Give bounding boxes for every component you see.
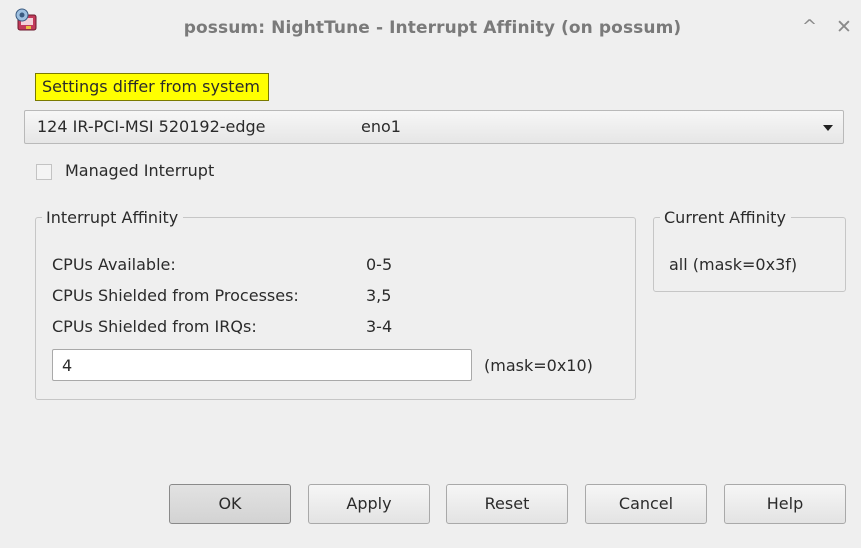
current-affinity-group: Current Affinity bbox=[653, 208, 846, 292]
affinity-input[interactable] bbox=[52, 349, 472, 381]
title-bar: possum: NightTune - Interrupt Affinity (… bbox=[0, 0, 861, 63]
current-affinity-value: all (mask=0x3f) bbox=[669, 255, 798, 274]
affinity-mask-label: (mask=0x10) bbox=[484, 356, 593, 375]
cpus-available-label: CPUs Available: bbox=[52, 255, 176, 274]
current-affinity-legend: Current Affinity bbox=[664, 208, 786, 227]
cancel-button[interactable]: Cancel bbox=[585, 484, 707, 524]
help-button[interactable]: Help bbox=[724, 484, 846, 524]
cpus-available-value: 0-5 bbox=[366, 255, 393, 274]
interrupt-affinity-legend: Interrupt Affinity bbox=[46, 208, 179, 227]
cpus-shielded-processes-value: 3,5 bbox=[366, 286, 392, 305]
managed-interrupt-label[interactable]: Managed Interrupt bbox=[65, 161, 214, 180]
window-title: possum: NightTune - Interrupt Affinity (… bbox=[183, 18, 682, 38]
cpus-shielded-processes-label: CPUs Shielded from Processes: bbox=[52, 286, 299, 305]
interrupt-select-device: eno1 bbox=[361, 117, 401, 136]
interrupt-select-irq: 124 IR-PCI-MSI 520192-edge bbox=[37, 117, 266, 136]
apply-button[interactable]: Apply bbox=[308, 484, 430, 524]
minimize-icon[interactable]: ^ bbox=[802, 16, 817, 37]
cpus-shielded-irqs-label: CPUs Shielded from IRQs: bbox=[52, 317, 257, 336]
reset-button[interactable]: Reset bbox=[446, 484, 568, 524]
close-icon[interactable]: ✕ bbox=[836, 16, 852, 38]
ok-button[interactable]: OK bbox=[169, 484, 291, 524]
chevron-down-icon[interactable] bbox=[823, 125, 833, 131]
interrupt-select[interactable]: 124 IR-PCI-MSI 520192-edge eno1 bbox=[24, 110, 844, 144]
managed-interrupt-checkbox[interactable] bbox=[36, 164, 52, 180]
settings-differ-warning: Settings differ from system bbox=[35, 73, 270, 101]
cpus-shielded-irqs-value: 3-4 bbox=[366, 317, 393, 336]
